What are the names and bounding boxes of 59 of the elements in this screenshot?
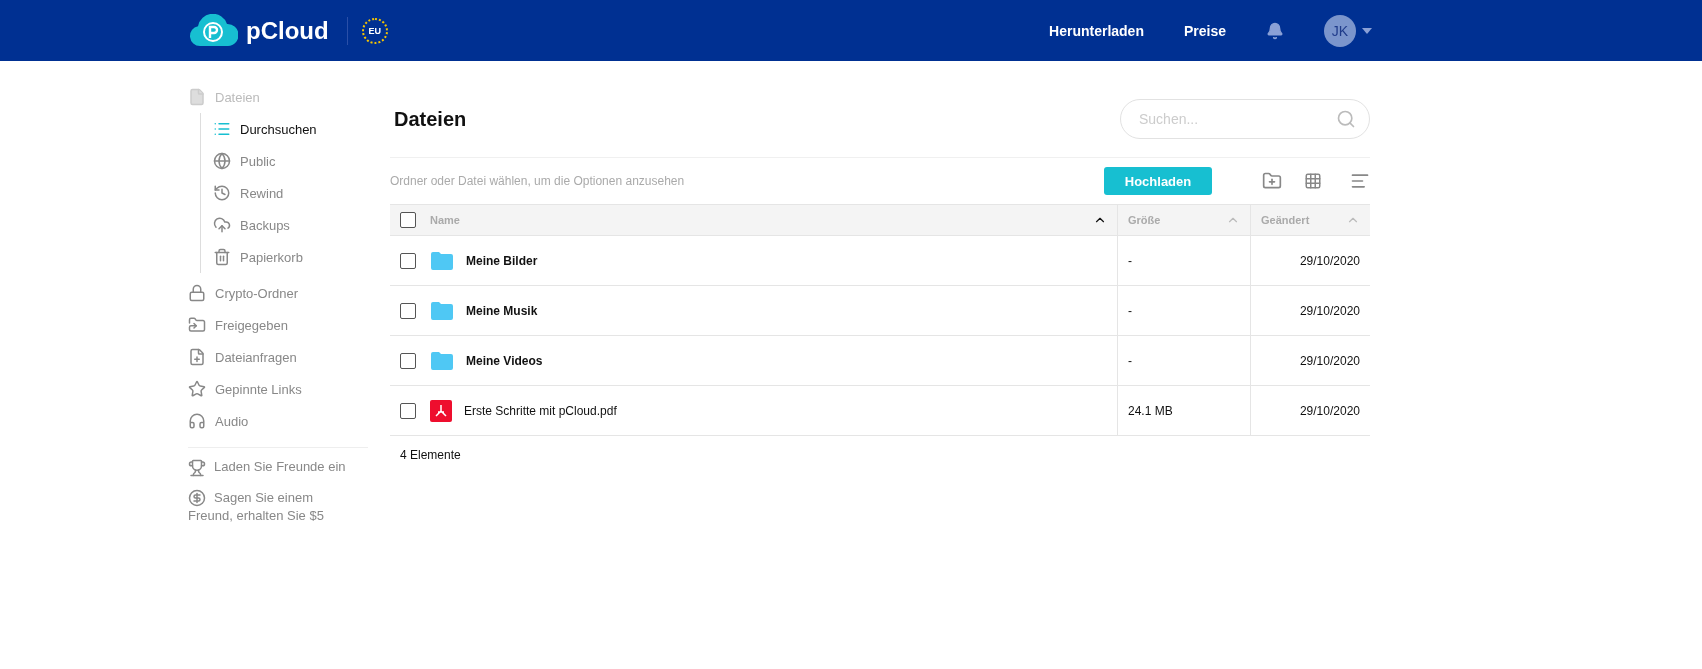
date-cell: 29/10/2020 — [1250, 286, 1370, 335]
column-header[interactable]: Geändert — [1250, 205, 1370, 235]
row-checkbox[interactable] — [400, 252, 416, 269]
size-cell: - — [1117, 336, 1250, 385]
globe-icon — [213, 152, 231, 170]
sidebar-item[interactable]: Crypto-Ordner — [188, 277, 368, 309]
file-name[interactable]: Meine Videos — [466, 353, 543, 368]
file-name[interactable]: Meine Bilder — [466, 253, 538, 268]
item-count: 4 Elemente — [399, 447, 462, 462]
folder-icon — [430, 350, 454, 371]
list-icon — [213, 120, 231, 138]
file-icon — [188, 88, 206, 106]
user-avatar[interactable]: JK — [1324, 14, 1356, 47]
column-header[interactable]: Größe — [1117, 205, 1250, 235]
date-cell: 29/10/2020 — [1250, 386, 1370, 435]
notifications-bell-icon[interactable] — [1266, 21, 1284, 40]
size-cell: - — [1117, 236, 1250, 285]
pdf-icon — [430, 399, 452, 422]
shared-folder-icon — [188, 316, 206, 334]
promo-link[interactable]: Sagen Sie einem Freund, erhalten Sie $5 — [188, 488, 348, 526]
sidebar-item[interactable]: Dateianfragen — [188, 341, 368, 373]
file-plus-icon — [188, 348, 206, 366]
row-checkbox[interactable] — [400, 352, 416, 369]
new-folder-icon[interactable] — [1262, 171, 1282, 191]
date-cell: 29/10/2020 — [1250, 236, 1370, 285]
caret-down-icon[interactable] — [1362, 27, 1372, 34]
hint-text: Ordner oder Datei wählen, um die Optionen anzusehen — [390, 174, 686, 188]
nav-link[interactable]: Herunterladen — [1049, 22, 1144, 39]
cloud-logo-icon — [188, 13, 238, 48]
cloud-upload-icon — [213, 216, 231, 234]
nav-link[interactable]: Preise — [1183, 22, 1226, 39]
history-icon — [213, 184, 231, 202]
promo-link[interactable]: Laden Sie Freunde ein — [188, 458, 348, 477]
column-header[interactable]: Name — [390, 205, 1117, 235]
trophy-icon — [188, 458, 206, 477]
row-checkbox[interactable] — [400, 302, 416, 319]
page-title: Dateien — [394, 107, 467, 131]
eu-badge: EU — [361, 17, 388, 44]
star-icon — [188, 380, 206, 398]
sidebar-item[interactable]: Gepinnte Links — [188, 373, 368, 405]
lock-icon — [188, 284, 206, 302]
brand-name: pCloud — [246, 16, 329, 45]
size-cell: 24.1 MB — [1117, 386, 1250, 435]
dollar-icon — [188, 489, 206, 508]
folder-icon — [430, 250, 454, 271]
trash-icon — [213, 248, 231, 266]
size-cell: - — [1117, 286, 1250, 335]
upload-button[interactable]: Hochladen — [1104, 167, 1212, 195]
file-name[interactable]: Erste Schritte mit pCloud.pdf — [464, 403, 617, 418]
sort-icon[interactable] — [1350, 171, 1370, 191]
folder-icon — [430, 300, 454, 321]
select-all-checkbox[interactable] — [400, 212, 416, 228]
sidebar-item[interactable]: Freigegeben — [188, 309, 368, 341]
file-name[interactable]: Meine Musik — [466, 303, 538, 318]
date-cell: 29/10/2020 — [1250, 336, 1370, 385]
row-checkbox[interactable] — [400, 402, 416, 419]
sidebar-item[interactable]: Audio — [188, 405, 368, 437]
headphones-icon — [188, 412, 206, 430]
grid-view-icon[interactable] — [1304, 172, 1322, 190]
